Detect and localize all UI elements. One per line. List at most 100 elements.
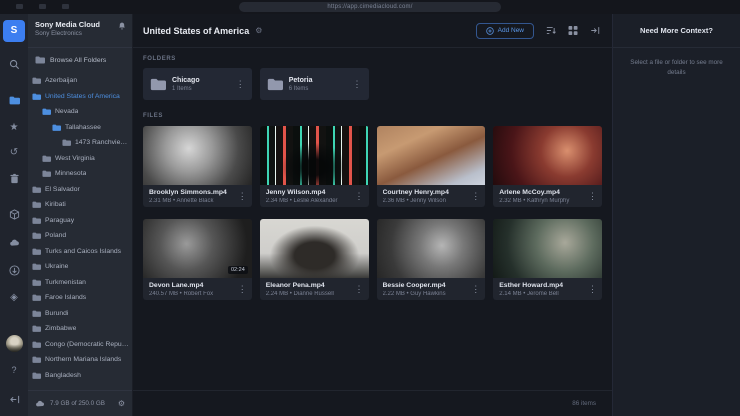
tree-item[interactable]: United States of America <box>28 89 132 105</box>
add-new-button[interactable]: Add New <box>476 23 534 39</box>
file-thumbnail[interactable]: 02:24 <box>143 219 252 278</box>
tree-item[interactable]: Paraguay <box>28 213 132 229</box>
file-card[interactable]: Bessie Cooper.mp4 2.22 MB • Guy Hawkins … <box>377 219 486 300</box>
file-thumbnail[interactable] <box>377 126 486 185</box>
folder-icon <box>150 78 166 91</box>
context-panel: Need More Context? Select a file or fold… <box>612 14 740 416</box>
download-icon[interactable] <box>3 259 25 281</box>
more-options-icon[interactable]: ⋮ <box>586 284 599 295</box>
folders-icon[interactable] <box>3 89 25 111</box>
file-card[interactable]: Eleanor Pena.mp4 2.24 MB • Dianne Russel… <box>260 219 369 300</box>
help-icon[interactable]: ? <box>3 359 25 381</box>
tree-item[interactable]: Minnesota <box>28 166 132 182</box>
folder-name: Chicago <box>172 76 228 87</box>
tree-item[interactable]: Turks and Caicos Islands <box>28 244 132 260</box>
tree-item[interactable]: Bangladesh <box>28 368 132 384</box>
tree-item[interactable]: Northern Mariana Islands <box>28 352 132 368</box>
file-thumbnail[interactable] <box>260 126 369 185</box>
more-options-icon[interactable]: ⋮ <box>586 191 599 202</box>
storage-usage: 7.9 GB of 250.0 GB <box>50 400 113 407</box>
more-options-icon[interactable]: ⋮ <box>353 284 366 295</box>
tree-item[interactable]: West Virginia <box>28 151 132 167</box>
tree-item-label: El Salvador <box>45 186 80 193</box>
history-icon[interactable]: ↺ <box>3 142 25 164</box>
browser-tab-controls[interactable] <box>16 4 69 9</box>
folder-icon <box>32 77 41 85</box>
folder-settings-icon[interactable]: ⚙ <box>255 26 262 35</box>
content-area: FOLDERS Chicago 1 Items <box>133 48 612 390</box>
plus-circle-icon <box>486 27 494 35</box>
trash-icon[interactable] <box>3 167 25 189</box>
folder-card[interactable]: Petoria 6 Items ⋮ <box>260 68 369 100</box>
tree-item[interactable]: Ukraine <box>28 259 132 275</box>
folders-section-label: FOLDERS <box>143 56 602 62</box>
folder-tree: Azerbaijan United States of America <box>28 70 132 390</box>
file-thumbnail[interactable] <box>143 126 252 185</box>
browse-all-folders[interactable]: Browse All Folders <box>28 48 132 70</box>
tree-item[interactable]: Nevada <box>28 104 132 120</box>
files-section-label: FILES <box>143 113 602 119</box>
file-name: Devon Lane.mp4 <box>149 281 236 292</box>
starred-icon[interactable]: ★ <box>3 117 25 139</box>
packages-icon[interactable] <box>3 203 25 225</box>
sort-icon[interactable] <box>546 26 556 35</box>
items-count: 86 items <box>572 400 596 407</box>
address-bar[interactable]: https://app.cimediacloud.com/ <box>239 2 501 12</box>
file-name: Arlene McCoy.mp4 <box>499 188 586 199</box>
folder-icon <box>32 310 41 318</box>
more-options-icon[interactable]: ⋮ <box>234 79 247 90</box>
search-icon[interactable] <box>3 53 25 75</box>
file-meta: 2.36 MB • Jenny Wilson <box>383 198 470 204</box>
file-thumbnail[interactable] <box>493 126 602 185</box>
collapse-rail-icon[interactable] <box>3 388 25 410</box>
notifications-bell-icon[interactable] <box>118 22 126 30</box>
file-card[interactable]: Brooklyn Simmons.mp4 2.31 MB • Annette B… <box>143 126 252 207</box>
cloud-icon[interactable] <box>3 231 25 253</box>
folder-icon <box>32 93 41 101</box>
file-card[interactable]: 02:24 Devon Lane.mp4 240.57 MB • Robert … <box>143 219 252 300</box>
tree-item[interactable]: Poland <box>28 228 132 244</box>
file-card[interactable]: Esther Howard.mp4 2.14 MB • Jerome Bell … <box>493 219 602 300</box>
file-name: Bessie Cooper.mp4 <box>383 281 470 292</box>
location-icon[interactable]: ◈ <box>3 287 25 309</box>
more-options-icon[interactable]: ⋮ <box>236 284 249 295</box>
app-logo[interactable]: S <box>3 20 25 42</box>
tree-item[interactable]: Burundi <box>28 306 132 322</box>
tree-item-label: 1473 Ranchview ... <box>75 139 132 146</box>
grid-view-icon[interactable] <box>568 26 578 35</box>
folder-icon <box>32 232 41 240</box>
tree-item[interactable]: Faroe Islands <box>28 290 132 306</box>
more-options-icon[interactable]: ⋮ <box>469 191 482 202</box>
file-card[interactable]: Arlene McCoy.mp4 2.32 MB • Kathryn Murph… <box>493 126 602 207</box>
file-thumbnail[interactable] <box>493 219 602 278</box>
file-meta: 2.34 MB • Leslie Alexander <box>266 198 353 204</box>
tree-item[interactable]: Turkmenistan <box>28 275 132 291</box>
more-options-icon[interactable]: ⋮ <box>351 79 364 90</box>
tree-item[interactable]: Azerbaijan <box>28 73 132 89</box>
tree-item[interactable]: Congo (Democratic Repub... <box>28 337 132 353</box>
main-content: United States of America ⚙ Add New <box>133 14 612 416</box>
app-window: https://app.cimediacloud.com/ S ★ ↺ <box>0 0 740 416</box>
folder-card[interactable]: Chicago 1 Items ⋮ <box>143 68 252 100</box>
more-options-icon[interactable]: ⋮ <box>353 191 366 202</box>
tree-item-label: Nevada <box>55 108 78 115</box>
tree-item-label: Zimbabwe <box>45 325 76 332</box>
tree-item[interactable]: 1473 Ranchview ... <box>28 135 132 151</box>
file-thumbnail[interactable] <box>260 219 369 278</box>
folder-icon <box>35 56 45 64</box>
more-options-icon[interactable]: ⋮ <box>469 284 482 295</box>
storage-settings-icon[interactable]: ⚙ <box>118 399 125 408</box>
tree-item[interactable]: Zimbabwe <box>28 321 132 337</box>
file-name: Eleanor Pena.mp4 <box>266 281 353 292</box>
collapse-panel-icon[interactable] <box>590 26 600 35</box>
more-options-icon[interactable]: ⋮ <box>236 191 249 202</box>
file-card[interactable]: Jenny Wilson.mp4 2.34 MB • Leslie Alexan… <box>260 126 369 207</box>
tree-item[interactable]: El Salvador <box>28 182 132 198</box>
tree-item[interactable]: Kiribati <box>28 197 132 213</box>
user-avatar[interactable] <box>6 335 23 352</box>
tree-item[interactable]: Tallahassee <box>28 120 132 136</box>
file-thumbnail[interactable] <box>377 219 486 278</box>
add-new-label: Add New <box>498 27 524 34</box>
file-card[interactable]: Courtney Henry.mp4 2.36 MB • Jenny Wilso… <box>377 126 486 207</box>
tree-item-label: Bangladesh <box>45 372 81 379</box>
